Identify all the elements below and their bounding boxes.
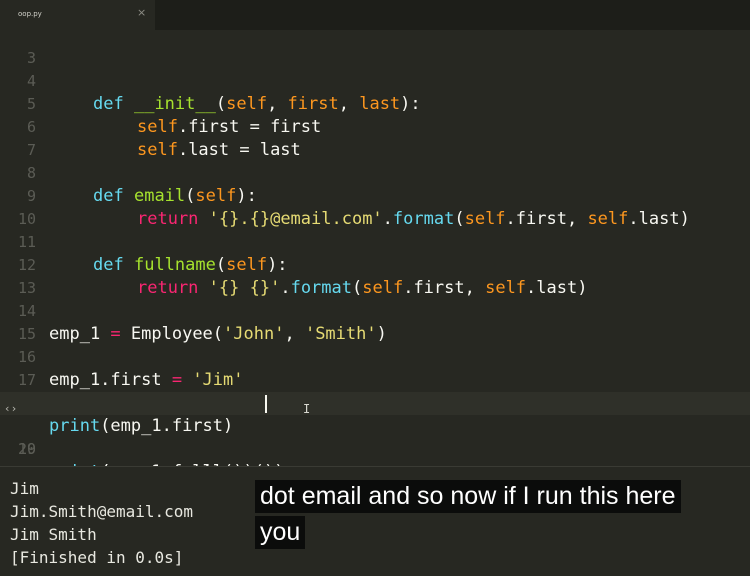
code-line: 4 def __init__(self, first, last): [0,47,750,114]
caption-line-2: you [255,516,306,549]
code-line: 11 def fullname(self): [0,208,750,275]
output-line: Jim Smith [10,525,97,544]
code-line: 15 [0,300,750,343]
caption-line-1: dot email and so now if I run this here [255,480,681,513]
code-line: 8 def email(self): [0,139,750,206]
code-line: 13 [0,254,750,297]
text-cursor [265,395,267,413]
code-line: 20 print(emp_1.fullname()) [0,415,750,482]
code-line: 5 self.first = first [0,70,750,137]
tab-filename: oop.py [18,10,42,18]
code-line: 10 [0,185,750,228]
code-line: 21 [0,438,750,481]
code-line: 12 return '{} {}'.format(self.first, sel… [0,231,750,298]
code-line: 16 emp_1.first = 'Jim' [0,323,750,390]
code-line: 3 [0,24,750,67]
output-line: Jim.Smith@email.com [10,502,194,521]
close-icon[interactable]: × [137,6,146,19]
code-editor[interactable]: 3 4 def __init__(self, first, last): 5 s… [0,30,750,482]
code-line: 14 emp_1 = Employee('John', 'Smith') [0,277,750,344]
output-line: [Finished in 0.0s] [10,548,184,567]
code-line-active: ‹› 19 print(emp_1.email()) [0,392,750,482]
code-line: 7 [0,116,750,159]
output-line: Jim [10,479,39,498]
code-line: 17 [0,346,750,389]
code-line: 9 return '{}.{}@email.com'.format(self.f… [0,162,750,229]
code-line: 6 self.last = last [0,93,750,160]
code-line: 18 print(emp_1.first) [0,369,750,436]
mouse-ibeam-icon: I [303,402,311,416]
